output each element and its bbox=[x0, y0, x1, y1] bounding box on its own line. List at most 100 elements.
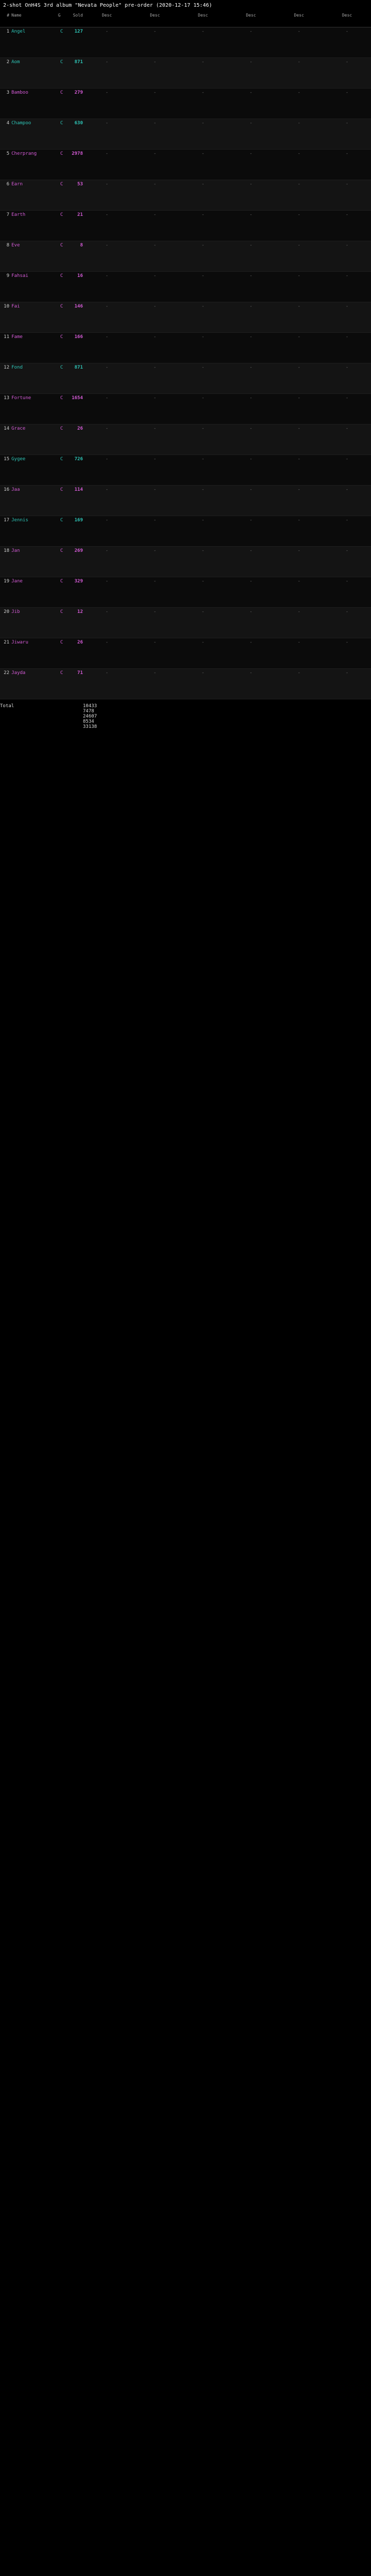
member-name: Gygee bbox=[11, 457, 26, 462]
page-title: 2-shot OnH4S 3rd album "Nevata People" p… bbox=[3, 3, 212, 8]
round-cell: - bbox=[105, 212, 109, 217]
round-cell: - bbox=[153, 670, 156, 676]
round-cell: - bbox=[105, 60, 109, 65]
round-cell: - bbox=[249, 548, 253, 553]
round-cell: - bbox=[105, 29, 109, 34]
header-group-1: Desc bbox=[102, 13, 112, 18]
round-cell: - bbox=[201, 334, 205, 340]
member-group: C bbox=[60, 518, 63, 523]
row-number: 12 bbox=[4, 365, 9, 370]
member-name: Champoo bbox=[11, 121, 31, 126]
round-cell: - bbox=[297, 396, 301, 401]
sold-count: 12 bbox=[77, 609, 83, 614]
round-cell: - bbox=[105, 426, 109, 431]
round-cell: - bbox=[249, 640, 253, 645]
round-cell: - bbox=[105, 579, 109, 584]
round-cell: - bbox=[345, 151, 349, 156]
round-cell: - bbox=[105, 365, 109, 370]
sold-count: 871 bbox=[74, 365, 83, 370]
row-number: 5 bbox=[6, 151, 9, 156]
sold-count: 726 bbox=[74, 457, 83, 462]
member-group: C bbox=[60, 243, 63, 248]
round-cell: - bbox=[249, 29, 253, 34]
round-cell: - bbox=[249, 670, 253, 676]
table-row: 14 Grace C 26 - - - - - - bbox=[0, 425, 371, 455]
sold-count: 26 bbox=[77, 640, 83, 645]
round-cell: - bbox=[249, 487, 253, 492]
table-row: 8 Eve C 8- - - - - - bbox=[0, 241, 371, 272]
round-cell: - bbox=[105, 396, 109, 401]
round-cell: - bbox=[345, 334, 349, 340]
round-cell: - bbox=[201, 457, 205, 462]
header-g: G bbox=[58, 13, 61, 18]
round-cell: - bbox=[297, 90, 301, 95]
round-cell: - bbox=[297, 609, 301, 614]
member-name: Angel bbox=[11, 29, 26, 34]
round-cell: - bbox=[249, 90, 253, 95]
member-name: Jaa bbox=[11, 487, 20, 492]
member-name: Jan bbox=[11, 548, 20, 553]
round-cell: - bbox=[201, 365, 205, 370]
table-row: 21 Jiwaru C 26 - - - - - - bbox=[0, 638, 371, 669]
header-group-3: Desc bbox=[198, 13, 208, 18]
round-cell: - bbox=[201, 151, 205, 156]
sold-count: 871 bbox=[74, 60, 83, 65]
member-name: Eve bbox=[11, 243, 20, 248]
round-cell: - bbox=[297, 426, 301, 431]
table-row: 10 Fai C 146 - - - - - - bbox=[0, 302, 371, 333]
member-group: C bbox=[60, 457, 63, 462]
row-number: 8 bbox=[6, 243, 9, 248]
table-row: 16 Jaa C 114 - - - - - - bbox=[0, 486, 371, 516]
member-group: C bbox=[60, 212, 63, 217]
member-name: Grace bbox=[11, 426, 26, 431]
round-cell: - bbox=[105, 90, 109, 95]
round-cell: - bbox=[249, 365, 253, 370]
round-cell: - bbox=[201, 29, 205, 34]
sold-count: 269 bbox=[74, 548, 83, 553]
table-row: 11 Fame C 166 - - - - - - bbox=[0, 333, 371, 363]
round-cell: - bbox=[297, 151, 301, 156]
round-cell: - bbox=[153, 640, 156, 645]
round-cell: - bbox=[297, 365, 301, 370]
round-cell: - bbox=[153, 243, 156, 248]
header-num: # bbox=[7, 13, 9, 18]
round-cell: - bbox=[249, 182, 253, 187]
sold-count: 26 bbox=[77, 426, 83, 431]
sold-count: 53 bbox=[77, 182, 83, 187]
round-cell: - bbox=[345, 212, 349, 217]
round-cell: - bbox=[153, 182, 156, 187]
sold-count: 8 bbox=[80, 243, 83, 248]
round-cell: - bbox=[105, 548, 109, 553]
table-row: 4 Champoo C 630 - - - - - - bbox=[0, 119, 371, 150]
row-number: 4 bbox=[6, 121, 9, 126]
table-row: 17 Jennis C 169 - - - - - - bbox=[0, 516, 371, 547]
round-cell: - bbox=[297, 518, 301, 523]
table-footer: Total 10433 7478 24607 8534 33138 bbox=[0, 699, 371, 729]
member-name: Fahsai bbox=[11, 273, 28, 279]
table-row: 6 Earn C 53 - - - - - - bbox=[0, 180, 371, 211]
round-cell: - bbox=[201, 304, 205, 309]
round-cell: - bbox=[153, 273, 156, 279]
member-group: C bbox=[60, 579, 63, 584]
row-number: 2 bbox=[6, 60, 9, 65]
round-cell: - bbox=[345, 243, 349, 248]
table-row: 22 Jayda C 71 - - - - - - bbox=[0, 669, 371, 699]
sold-count: 16 bbox=[77, 273, 83, 279]
round-cell: - bbox=[345, 60, 349, 65]
round-cell: - bbox=[297, 60, 301, 65]
round-cell: - bbox=[153, 60, 156, 65]
round-cell: - bbox=[153, 487, 156, 492]
row-number: 15 bbox=[4, 457, 9, 462]
round-cell: - bbox=[201, 182, 205, 187]
header-sold: Sold bbox=[73, 13, 83, 18]
round-cell: - bbox=[105, 670, 109, 676]
round-cell: - bbox=[153, 90, 156, 95]
member-group: C bbox=[60, 29, 63, 34]
round-cell: - bbox=[345, 182, 349, 187]
table-row: 3 Bamboo C 279 - - - - - - bbox=[0, 89, 371, 119]
round-cell: - bbox=[105, 487, 109, 492]
table-row: 1 Angel C 127 - - - - - - bbox=[0, 27, 371, 58]
header-group-4: Desc bbox=[246, 13, 256, 18]
row-number: 6 bbox=[6, 182, 9, 187]
round-cell: - bbox=[201, 487, 205, 492]
